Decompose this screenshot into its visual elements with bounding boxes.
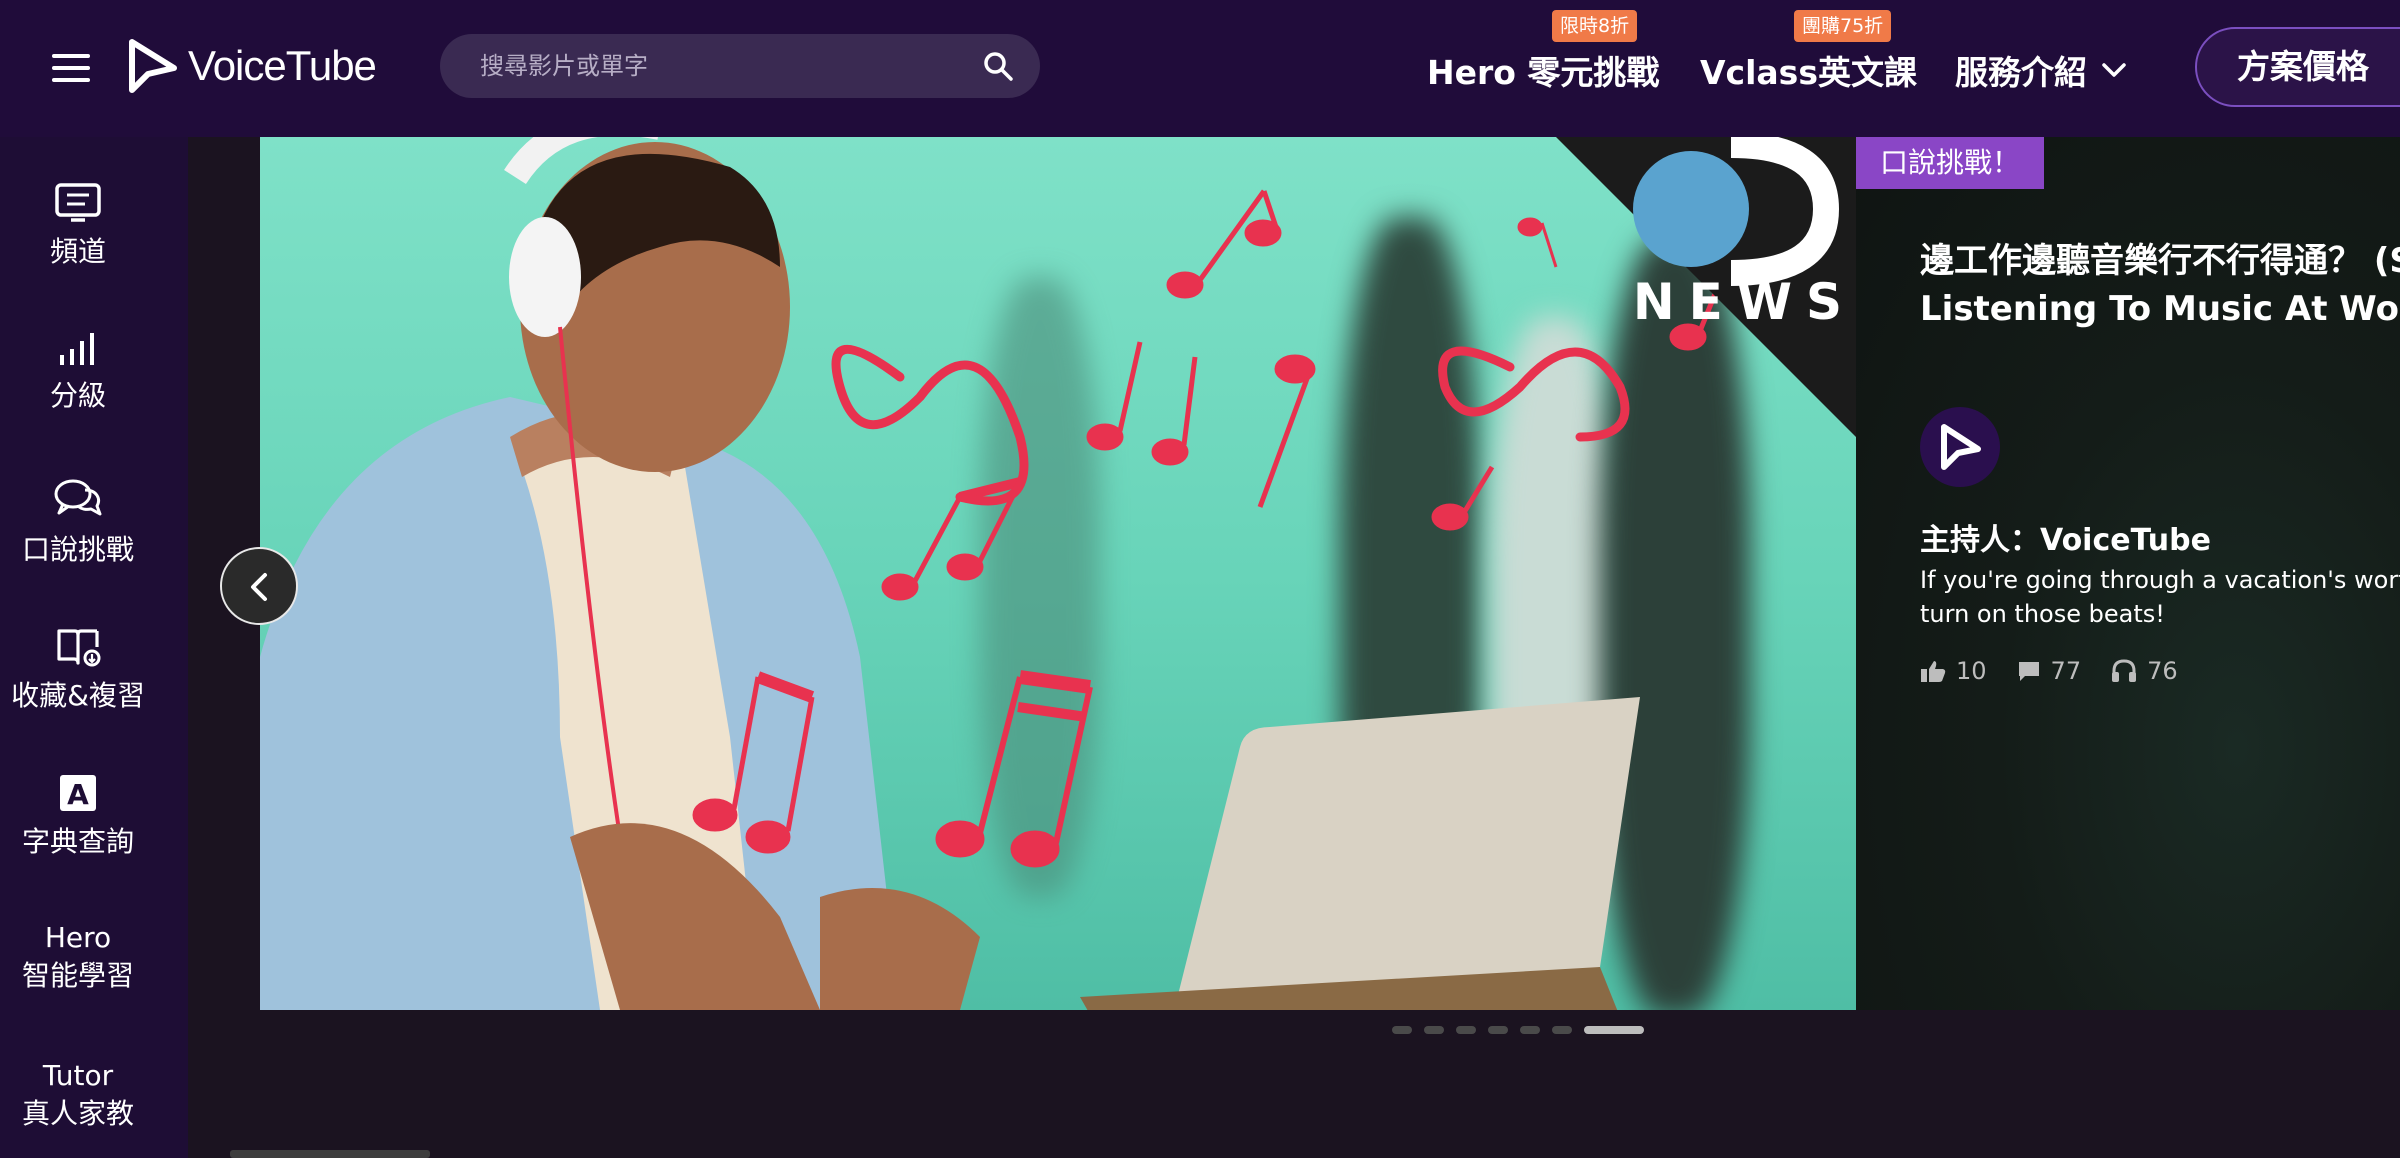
chevron-left-icon [251,573,267,601]
featured-info-panel: 口說挑戰！ 邊工作邊聽音樂行不行得通？ (Should You Be Liste… [1856,137,2400,1010]
music-note-icon [1431,465,1495,531]
chevron-down-icon [2102,63,2126,77]
nav-services-dropdown[interactable]: 服務介紹 [1955,46,2127,94]
speech-bubble-icon [54,479,102,516]
video-title-line: Listening To Music At Work?) [1920,289,2400,329]
sidebar-item-levels[interactable]: 分級 [0,331,156,415]
carousel-prev-button[interactable] [220,547,298,625]
video-stats: 10 77 76 [1920,657,2208,685]
sidebar-item-hero-learning[interactable]: Hero 智能學習 [0,919,156,995]
host-avatar[interactable] [1920,407,2000,487]
svg-text:A: A [67,778,89,811]
pricing-button[interactable]: 方案價格 [2195,27,2400,107]
nav-vclass[interactable]: Vclass英文課 [1700,46,1917,94]
carousel-dot[interactable] [1424,1026,1444,1034]
video-description-line: turn on those beats! [1920,600,2165,628]
video-title-line: 邊工作邊聽音樂行不行得通？ (Should You Be [1920,241,2400,281]
sidebar-item-label: 口說挑戰 [21,533,134,566]
sidebar-item-label: 頻道 [49,235,106,268]
likes-stat: 10 [1920,657,1987,685]
featured-banner-image[interactable]: NEWS [260,137,1856,1010]
comment-icon [2018,662,2039,681]
thumbs-up-icon [1921,661,1946,682]
sidebar-item-speaking-challenge[interactable]: 口說挑戰 [0,477,156,569]
speaking-challenge-tag: 口說挑戰！ [1856,137,2045,189]
carousel-dot[interactable] [1552,1026,1572,1034]
sidebar-item-collect-review[interactable]: 收藏&複習 [0,625,156,715]
host-name: 主持人：VoiceTube [1920,523,2211,558]
music-note-icon [1517,217,1558,268]
channel-icon [55,183,101,222]
voicetube-logo[interactable]: VoiceTube [128,36,377,96]
carousel-pagination [1392,1026,1656,1034]
sidebar-item-label: 收藏&複習 [11,679,145,712]
music-note-icon [1166,189,1282,299]
section-heading-peek [230,1150,430,1158]
sidebar-item-label: 分級 [49,379,106,412]
carousel-dot[interactable] [1456,1026,1476,1034]
hero-discount-badge: 限時8折 [1552,10,1638,42]
sidebar-item-label: Tutor [42,1059,114,1092]
voicetube-play-logo-icon [1941,424,1981,470]
nav-hero-challenge[interactable]: Hero 零元挑戰 [1427,46,1659,94]
left-sidebar: 頻道 分級 口說挑戰 收藏&複習 A 字典查詢 Hero 智能學習 Tutor … [0,137,188,1158]
vclass-discount-badge: 團購75折 [1794,10,1892,42]
hamburger-menu-icon[interactable] [52,54,90,82]
treble-clef-icon [831,345,1029,506]
likes-count: 10 [1956,657,1987,685]
video-title[interactable]: 邊工作邊聽音樂行不行得通？ (Should You Be Listening T… [1920,237,2400,333]
comments-count: 77 [2050,657,2082,685]
comments-stat: 77 [2017,657,2082,685]
dictionary-icon: A [60,775,96,811]
carousel-dot[interactable] [1392,1026,1412,1034]
listens-count: 76 [2147,657,2178,685]
logo-text: VoiceTube [188,42,377,89]
headphones-icon [2112,659,2137,682]
carousel-dot[interactable] [1488,1026,1508,1034]
carousel-dot[interactable] [1520,1026,1540,1034]
level-bars-icon [60,333,94,365]
voicetube-play-logo-icon [129,39,177,93]
video-description: If you're going through a vacation's wor… [1920,563,2400,631]
listens-stat: 76 [2111,657,2178,685]
carousel-dot-active[interactable] [1584,1026,1644,1034]
sidebar-item-label: 字典查詢 [21,825,134,858]
sidebar-item-tutor[interactable]: Tutor 真人家教 [0,1057,156,1133]
music-note-icon [1257,354,1316,508]
nav-services-label: 服務介紹 [1955,53,2087,92]
news-logo-text: NEWS [1632,273,1856,331]
search-input[interactable] [480,34,960,98]
music-note-icon [692,671,815,854]
sidebar-item-label: 智能學習 [21,959,134,992]
top-header: VoiceTube Hero 零元挑戰 限時8折 Vclass英文課 團購75折… [0,0,2400,137]
video-description-line: If you're going through a vacation's wor… [1920,566,2400,594]
sidebar-item-dictionary[interactable]: A 字典查詢 [0,773,156,861]
sidebar-item-label: Hero [44,921,112,954]
sidebar-item-channels[interactable]: 頻道 [0,183,156,271]
sidebar-item-label: 真人家教 [21,1097,134,1130]
music-note-icon [1086,341,1198,466]
music-note-icon [935,670,1093,868]
search-box [440,34,1040,98]
search-icon[interactable] [982,50,1014,82]
bookmark-book-icon [57,629,101,667]
